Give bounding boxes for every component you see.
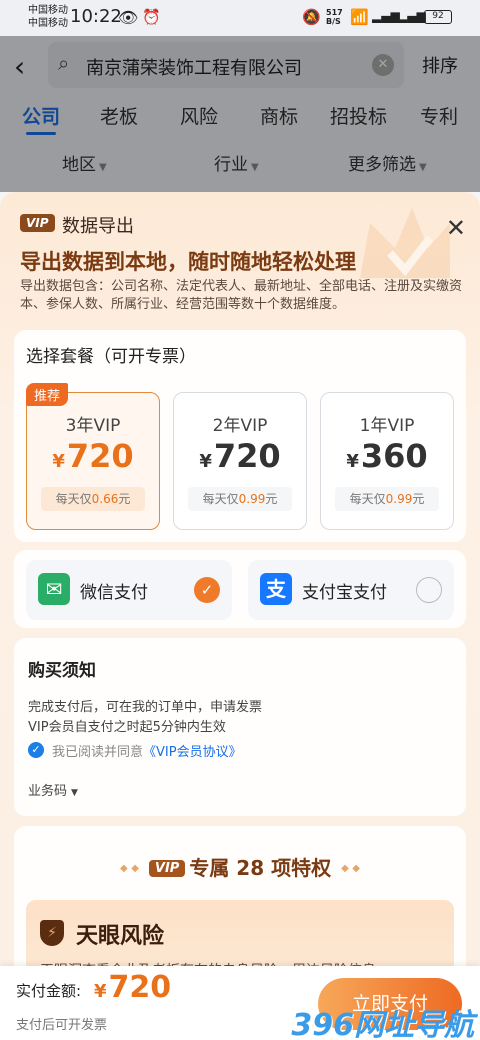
daily-value: 0.66 bbox=[91, 492, 119, 506]
daily-suffix: 元 bbox=[265, 492, 278, 506]
plan-1-year[interactable]: 1年VIP ¥360 每天仅0.99元 bbox=[320, 392, 454, 530]
modal-backdrop[interactable] bbox=[0, 36, 480, 192]
decor-dots-icon: ◆ ◆ bbox=[341, 863, 360, 874]
close-icon[interactable]: ✕ bbox=[446, 216, 466, 240]
signal-2-icon: ▂▄▆ bbox=[398, 9, 426, 23]
purchase-notice: 购买须知 完成支付后，可在我的订单中，申请发票 VIP会员自支付之时起5分钟内生… bbox=[14, 638, 466, 816]
sheet-headline: 导出数据到本地，随时随地轻松处理 bbox=[20, 250, 356, 274]
crown-decoration-icon bbox=[360, 208, 450, 278]
plan-price-value: 360 bbox=[360, 437, 428, 475]
net-speed-unit: B/S bbox=[326, 17, 341, 26]
status-bar: 中国移动 中国移动 10:22 👁 ⏰ 🔕 517 B/S 📶 ▂▄▆ ▂▄▆ … bbox=[0, 0, 480, 36]
agreement-text: 我已阅读并同意《VIP会员协议》 bbox=[52, 741, 242, 760]
currency-symbol: ¥ bbox=[199, 451, 212, 472]
sheet-title: 数据导出 bbox=[62, 216, 134, 237]
daily-prefix: 每天仅 bbox=[55, 492, 92, 506]
plan-section-title: 选择套餐（可开专票） bbox=[26, 347, 196, 367]
vip-export-sheet: VIP 数据导出 ✕ 导出数据到本地，随时随地轻松处理 导出数据包含：公司名称、… bbox=[0, 192, 480, 1040]
amount-label: 实付金额: bbox=[16, 982, 82, 1000]
carrier-info: 中国移动 中国移动 bbox=[28, 4, 68, 30]
decor-dots-icon: ◆ ◆ bbox=[120, 863, 139, 874]
biz-code-label: 业务码 bbox=[28, 784, 68, 799]
wifi-icon: 📶 bbox=[350, 8, 369, 26]
vip-badge: VIP bbox=[20, 214, 55, 232]
notice-line: 完成支付后，可在我的订单中，申请发票 bbox=[28, 700, 263, 715]
plan-name: 3年VIP bbox=[65, 416, 121, 436]
notice-line: VIP会员自支付之时起5分钟内生效 bbox=[28, 720, 226, 735]
status-time: 10:22 bbox=[70, 6, 122, 27]
wechat-pay-option[interactable]: ✉ 微信支付 ✓ bbox=[26, 560, 232, 620]
daily-suffix: 元 bbox=[412, 492, 425, 506]
alarm-icon: ⏰ bbox=[142, 8, 161, 26]
privileges-title-text: 专属 28 项特权 bbox=[189, 856, 332, 880]
net-speed-value: 517 bbox=[326, 8, 343, 17]
plan-price-value: 720 bbox=[66, 437, 134, 475]
daily-suffix: 元 bbox=[118, 492, 131, 506]
plan-name: 1年VIP bbox=[359, 416, 415, 436]
currency-symbol: ¥ bbox=[346, 451, 359, 472]
wechat-pay-label: 微信支付 bbox=[80, 583, 148, 603]
mute-icon: 🔕 bbox=[302, 8, 321, 26]
currency-symbol: ¥ bbox=[94, 981, 107, 1002]
checked-radio-icon[interactable]: ✓ bbox=[194, 577, 220, 603]
plan-price: ¥360 bbox=[321, 437, 453, 475]
sheet-description: 导出数据包含：公司名称、法定代表人、最新地址、全部电话、注册及实缴资本、参保人数… bbox=[20, 279, 463, 312]
alipay-icon: 支 bbox=[260, 573, 292, 605]
carrier-1: 中国移动 bbox=[28, 5, 68, 16]
caret-down-icon: ▼ bbox=[71, 788, 78, 798]
payment-methods: ✉ 微信支付 ✓ 支 支付宝支付 bbox=[14, 550, 466, 628]
plan-2-year[interactable]: 2年VIP ¥720 每天仅0.99元 bbox=[173, 392, 307, 530]
plan-daily-cost: 每天仅0.66元 bbox=[41, 487, 145, 511]
shield-icon: ⚡ bbox=[40, 920, 64, 946]
alipay-option[interactable]: 支 支付宝支付 bbox=[248, 560, 454, 620]
eye-icon: 👁 bbox=[118, 8, 139, 27]
vip-agreement-link[interactable]: 《VIP会员协议》 bbox=[143, 745, 242, 760]
plan-name: 2年VIP bbox=[212, 416, 268, 436]
watermark: 396网址导航 bbox=[291, 1008, 474, 1040]
biz-code-toggle[interactable]: 业务码 ▼ bbox=[28, 780, 78, 799]
carrier-2: 中国移动 bbox=[28, 18, 68, 29]
amount-number: 720 bbox=[108, 970, 172, 1005]
plan-price-value: 720 bbox=[213, 437, 281, 475]
battery-indicator: 92 bbox=[424, 10, 452, 24]
plan-daily-cost: 每天仅0.99元 bbox=[335, 487, 439, 511]
invoice-note: 支付后可开发票 bbox=[16, 1018, 108, 1033]
currency-symbol: ¥ bbox=[52, 451, 65, 472]
plan-price: ¥720 bbox=[27, 437, 159, 475]
amount-value: ¥720 bbox=[94, 970, 171, 1005]
agree-checkbox[interactable]: ✓ bbox=[28, 742, 44, 758]
daily-prefix: 每天仅 bbox=[349, 492, 386, 506]
daily-prefix: 每天仅 bbox=[202, 492, 239, 506]
notice-title: 购买须知 bbox=[28, 661, 96, 681]
alipay-label: 支付宝支付 bbox=[302, 583, 387, 603]
signal-1-icon: ▂▄▆ bbox=[372, 9, 400, 23]
vip-badge: VIP bbox=[148, 860, 186, 877]
unchecked-radio-icon[interactable] bbox=[416, 577, 442, 603]
plan-3-year[interactable]: 推荐 3年VIP ¥720 每天仅0.66元 bbox=[26, 383, 160, 530]
net-speed: 517 B/S bbox=[326, 8, 343, 26]
plan-daily-cost: 每天仅0.99元 bbox=[188, 487, 292, 511]
agree-prefix: 我已阅读并同意 bbox=[52, 745, 144, 760]
recommended-tag: 推荐 bbox=[26, 383, 69, 406]
risk-title: 天眼风险 bbox=[76, 924, 165, 949]
wechat-pay-icon: ✉ bbox=[38, 573, 70, 605]
plan-selector: 选择套餐（可开专票） 推荐 3年VIP ¥720 每天仅0.66元 2年VIP … bbox=[14, 330, 466, 542]
daily-value: 0.99 bbox=[385, 492, 413, 506]
plan-price: ¥720 bbox=[174, 437, 306, 475]
daily-value: 0.99 bbox=[238, 492, 266, 506]
privileges-title: ◆ ◆ VIP 专属 28 项特权 ◆ ◆ bbox=[14, 852, 466, 881]
